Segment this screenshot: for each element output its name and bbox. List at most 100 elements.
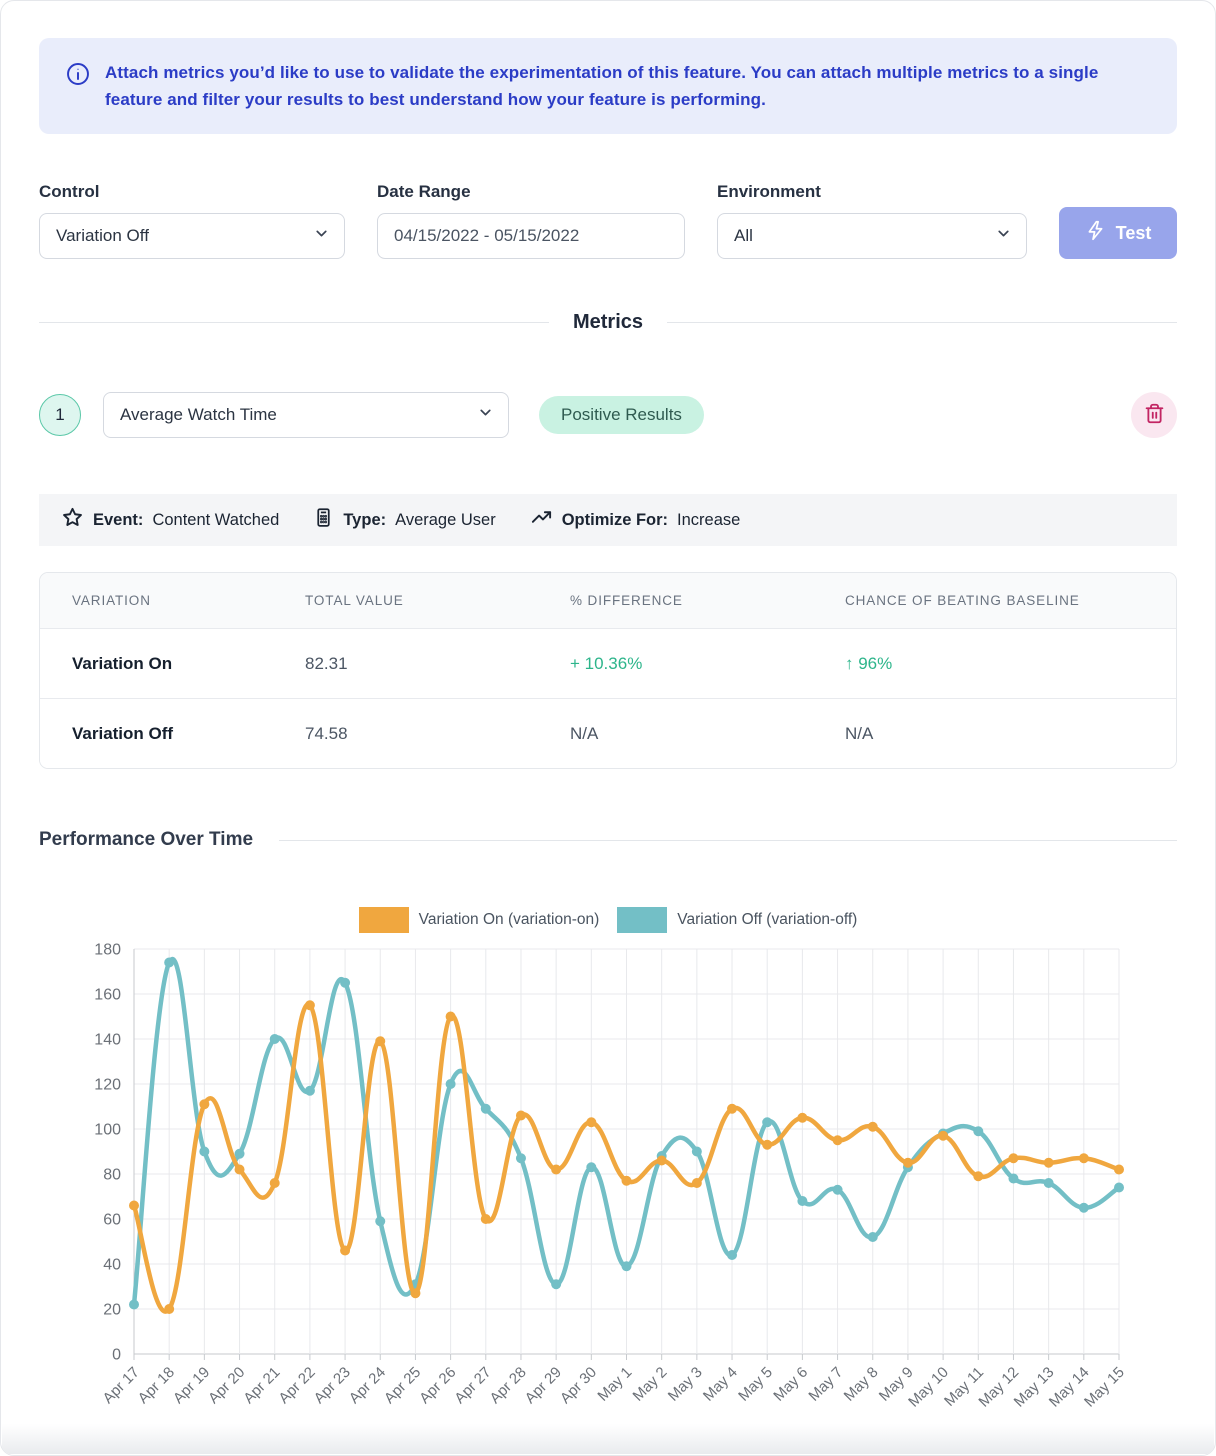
difference-value: + 10.36%	[570, 654, 845, 674]
filters-row: Control Variation Off Date Range 04/15/2…	[39, 182, 1177, 259]
chart-legend: Variation On (variation-on) Variation Of…	[1, 907, 1215, 933]
svg-text:May 10: May 10	[905, 1364, 952, 1411]
experiment-results-panel: Attach metrics you’d like to use to vali…	[0, 0, 1216, 1456]
delete-metric-button[interactable]	[1131, 392, 1177, 438]
chevron-down-icon	[477, 404, 494, 426]
environment-select[interactable]: All	[717, 213, 1027, 259]
svg-text:60: 60	[103, 1212, 121, 1229]
svg-text:May 1: May 1	[594, 1364, 635, 1405]
optimize-label: Optimize For:	[562, 511, 668, 530]
table-row: Variation Off 74.58 N/A N/A	[40, 698, 1176, 768]
info-banner: Attach metrics you’d like to use to vali…	[39, 38, 1177, 134]
variation-name: Variation Off	[40, 724, 305, 744]
metric-row: 1 Average Watch Time Positive Results	[39, 392, 1177, 438]
date-range-field: Date Range 04/15/2022 - 05/15/2022	[377, 182, 685, 259]
svg-text:Apr 21: Apr 21	[240, 1364, 283, 1407]
environment-select-value: All	[734, 226, 753, 246]
type-label: Type:	[343, 511, 386, 530]
svg-text:Apr 22: Apr 22	[275, 1364, 318, 1407]
legend-item-variation-off[interactable]: Variation Off (variation-off)	[617, 907, 857, 933]
legend-item-variation-on[interactable]: Variation On (variation-on)	[359, 907, 600, 933]
svg-text:Apr 20: Apr 20	[205, 1364, 248, 1407]
test-button[interactable]: Test	[1059, 207, 1177, 259]
environment-field: Environment All	[717, 182, 1027, 259]
divider-line	[279, 840, 1177, 841]
performance-chart: 020406080100120140160180Apr 17Apr 18Apr …	[39, 937, 1177, 1447]
star-icon	[61, 506, 84, 534]
svg-text:May 8: May 8	[841, 1364, 882, 1405]
svg-text:20: 20	[103, 1302, 121, 1319]
svg-text:Apr 27: Apr 27	[451, 1364, 494, 1407]
type-summary-item: Type: Average User	[313, 507, 495, 533]
variation-name: Variation On	[40, 654, 305, 674]
metric-select-value: Average Watch Time	[120, 405, 277, 425]
banner-text: Attach metrics you’d like to use to vali…	[105, 59, 1151, 113]
chance-value: N/A	[845, 724, 1176, 744]
svg-text:Apr 24: Apr 24	[346, 1364, 389, 1407]
performance-section-header: Performance Over Time	[39, 829, 1177, 851]
svg-text:May 2: May 2	[630, 1364, 671, 1405]
svg-text:Apr 28: Apr 28	[487, 1364, 530, 1407]
svg-text:80: 80	[103, 1167, 121, 1184]
svg-text:100: 100	[94, 1122, 121, 1139]
info-icon	[65, 59, 91, 92]
svg-text:May 3: May 3	[665, 1364, 706, 1405]
metric-select[interactable]: Average Watch Time	[103, 392, 509, 438]
control-select[interactable]: Variation Off	[39, 213, 345, 259]
svg-text:40: 40	[103, 1257, 121, 1274]
svg-text:Apr 30: Apr 30	[557, 1364, 600, 1407]
metrics-divider: Metrics	[1, 311, 1215, 334]
svg-text:140: 140	[94, 1032, 121, 1049]
svg-text:Apr 18: Apr 18	[135, 1364, 178, 1407]
control-label: Control	[39, 182, 345, 202]
control-select-value: Variation Off	[56, 226, 149, 246]
svg-text:May 6: May 6	[770, 1364, 811, 1405]
environment-label: Environment	[717, 182, 1027, 202]
event-label: Event:	[93, 511, 143, 530]
table-header-total-value: TOTAL VALUE	[305, 593, 570, 608]
legend-swatch-variation-on	[359, 907, 409, 933]
svg-text:Apr 25: Apr 25	[381, 1364, 424, 1407]
table-header-row: VARIATION TOTAL VALUE % DIFFERENCE CHANC…	[40, 573, 1176, 628]
positive-results-badge: Positive Results	[539, 396, 704, 434]
calculator-icon	[313, 507, 334, 533]
type-value: Average User	[395, 511, 496, 530]
lightning-icon	[1085, 220, 1106, 246]
metric-index-badge: 1	[39, 394, 81, 436]
svg-text:May 5: May 5	[735, 1364, 776, 1405]
trending-up-icon	[530, 506, 553, 534]
svg-text:180: 180	[94, 942, 121, 959]
event-value: Content Watched	[152, 511, 279, 530]
date-range-label: Date Range	[377, 182, 685, 202]
optimize-summary-item: Optimize For: Increase	[530, 506, 741, 534]
legend-label-variation-off: Variation Off (variation-off)	[677, 911, 857, 929]
table-header-difference: % DIFFERENCE	[570, 593, 845, 608]
svg-text:0: 0	[112, 1347, 121, 1364]
date-range-input[interactable]: 04/15/2022 - 05/15/2022	[377, 213, 685, 259]
table-header-chance: CHANCE OF BEATING BASELINE	[845, 593, 1176, 608]
date-range-value: 04/15/2022 - 05/15/2022	[394, 226, 579, 246]
svg-text:Apr 29: Apr 29	[522, 1364, 565, 1407]
table-header-variation: VARIATION	[40, 593, 305, 608]
legend-swatch-variation-off	[617, 907, 667, 933]
control-field: Control Variation Off	[39, 182, 345, 259]
event-summary-bar: Event: Content Watched Type: Average Use…	[39, 494, 1177, 546]
total-value: 74.58	[305, 724, 570, 744]
total-value: 82.31	[305, 654, 570, 674]
divider-line	[39, 322, 549, 323]
svg-text:Apr 17: Apr 17	[100, 1364, 143, 1407]
svg-text:Apr 19: Apr 19	[170, 1364, 213, 1407]
svg-text:120: 120	[94, 1077, 121, 1094]
test-button-label: Test	[1116, 223, 1152, 244]
chevron-down-icon	[313, 225, 330, 247]
event-summary-item: Event: Content Watched	[61, 506, 279, 534]
legend-label-variation-on: Variation On (variation-on)	[419, 911, 600, 929]
table-row: Variation On 82.31 + 10.36% ↑ 96%	[40, 628, 1176, 698]
results-table: VARIATION TOTAL VALUE % DIFFERENCE CHANC…	[39, 572, 1177, 769]
trash-icon	[1144, 403, 1165, 427]
metrics-title: Metrics	[573, 311, 643, 334]
svg-text:May 7: May 7	[805, 1364, 846, 1405]
chance-value: ↑ 96%	[845, 654, 1176, 674]
difference-value: N/A	[570, 724, 845, 744]
svg-text:Apr 26: Apr 26	[416, 1364, 459, 1407]
